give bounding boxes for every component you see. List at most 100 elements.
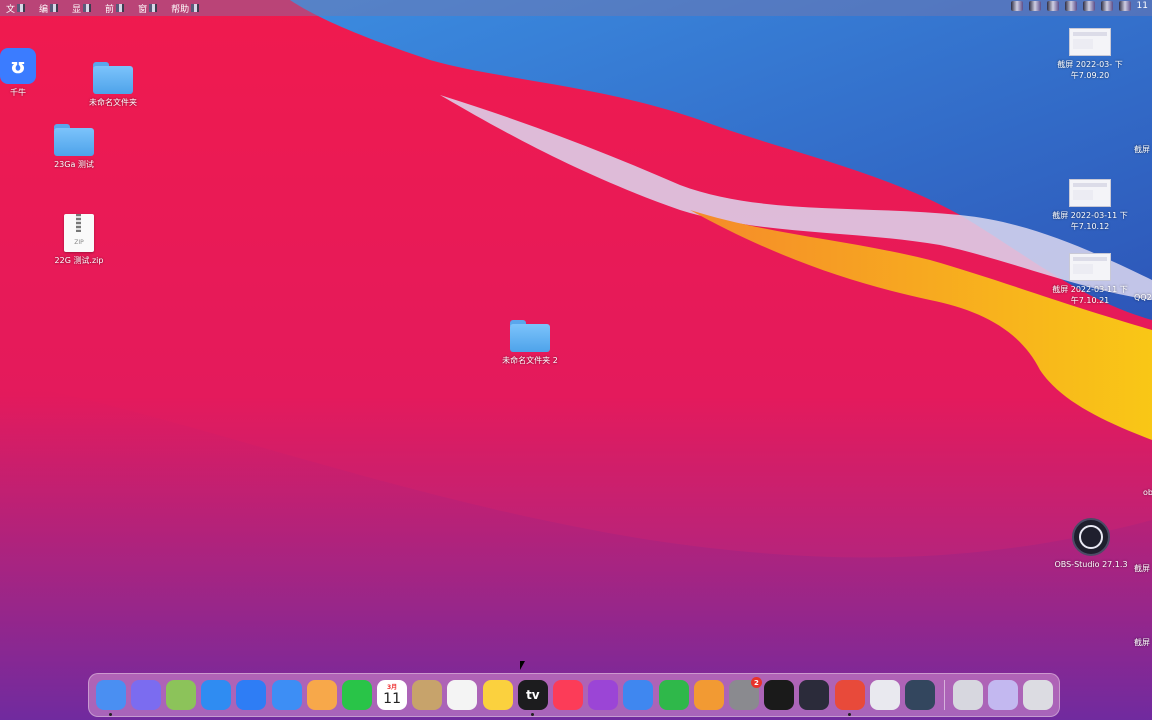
- menu-view[interactable]: 显: [72, 2, 92, 15]
- siri-icon[interactable]: [1118, 1, 1131, 11]
- dock-notes[interactable]: [482, 680, 513, 710]
- glitch-artifact: [17, 4, 26, 12]
- dock-separator: [943, 680, 945, 710]
- desktop-edge-label[interactable]: 截屏: [1134, 637, 1150, 648]
- dock: 3月 11 tv 2: [88, 673, 1060, 717]
- menu-help-label: 帮助: [171, 4, 190, 15]
- menu-clock[interactable]: 11: [1137, 1, 1148, 11]
- running-indicator: [108, 713, 112, 716]
- dock-apps: 3月 11 tv 2: [93, 677, 938, 716]
- dock-quicktime[interactable]: [904, 680, 935, 710]
- menu-view-label: 显: [72, 4, 82, 15]
- volume-icon[interactable]: [1028, 1, 1041, 11]
- menu-help[interactable]: 帮助: [171, 2, 200, 15]
- desktop-icon-label: 未命名文件夹 2: [502, 356, 558, 365]
- desktop-icon-label: 截屏 2022-03-11 下 午7.10.12: [1052, 211, 1128, 231]
- dock-safari[interactable]: [201, 680, 232, 710]
- menu-edit-label: 编: [39, 4, 49, 15]
- desktop-icon-folder-23ga[interactable]: 23Ga 测试: [29, 124, 119, 170]
- desktop-icon-label: OBS-Studio 27.1.3: [1054, 560, 1128, 569]
- wallpaper: [0, 0, 1152, 720]
- screenshot-icon: [1069, 253, 1111, 281]
- menu-file[interactable]: 文: [6, 2, 26, 15]
- desktop-icon-screenshot[interactable]: 截屏 2022-03-11 下 午7.10.12: [1045, 179, 1135, 232]
- menu-extra-icon[interactable]: [1046, 1, 1059, 11]
- battery-icon[interactable]: [1064, 1, 1077, 11]
- dock-contacts[interactable]: [412, 680, 443, 710]
- control-center-icon[interactable]: [1100, 1, 1113, 11]
- dock-keynote[interactable]: [623, 680, 654, 710]
- notification-badge: 2: [750, 677, 762, 688]
- desktop-icon-screenshot[interactable]: 截屏 2022-03- 下 午7.09.20: [1045, 28, 1135, 81]
- screenshot-icon: [1069, 179, 1111, 207]
- dock-pages[interactable]: [693, 680, 724, 710]
- wifi-icon[interactable]: [1082, 1, 1095, 11]
- dock-music[interactable]: [553, 680, 584, 710]
- desktop-icon-label: 未命名文件夹: [89, 98, 137, 107]
- desktop-edge-label[interactable]: 截屏: [1134, 563, 1150, 574]
- dock-numbers[interactable]: [658, 680, 689, 710]
- desktop-edge-label[interactable]: 截屏: [1134, 144, 1150, 155]
- desktop-icon-label: 截屏 2022-03- 下 午7.09.20: [1057, 60, 1123, 80]
- dock-app-dark-round[interactable]: [799, 680, 830, 710]
- desktop: 文 编 显 前 窗 帮助 11 ʊ 千牛 未命名文件夹 23Ga 测试 ZIP …: [0, 0, 1152, 720]
- menu-file-label: 文: [6, 4, 16, 15]
- screenshot-icon: [1069, 28, 1111, 56]
- glitch-artifact: [191, 4, 200, 12]
- menu-window-label: 窗: [138, 4, 148, 15]
- status-bar: 11: [1010, 1, 1148, 11]
- desktop-icon-folder-untitled[interactable]: 未命名文件夹: [68, 62, 158, 108]
- dock-downloads-stack[interactable]: [988, 680, 1019, 710]
- menu-list: 文 编 显 前 窗 帮助: [0, 2, 200, 15]
- dock-finder[interactable]: [95, 680, 126, 716]
- dock-qq[interactable]: [764, 680, 795, 710]
- dock-calendar[interactable]: 3月 11: [377, 680, 408, 710]
- dock-facetime[interactable]: [341, 680, 372, 710]
- folder-icon: [93, 62, 133, 94]
- running-indicator: [530, 713, 534, 716]
- desktop-edge-label[interactable]: ob: [1143, 488, 1152, 497]
- desktop-icon-label: 23Ga 测试: [54, 160, 94, 169]
- apple-tv-icon: tv: [526, 688, 540, 702]
- dock-photos[interactable]: [306, 680, 337, 710]
- glitch-artifact: [116, 4, 125, 12]
- dock-system-preferences[interactable]: 2: [728, 677, 762, 710]
- folder-icon: [54, 124, 94, 156]
- desktop-icon-label: 22G 测试.zip: [54, 256, 104, 265]
- zip-archive-icon: ZIP: [64, 214, 94, 252]
- desktop-icon-label: 截屏 2022-03-11 下 午7.10.21: [1052, 285, 1128, 305]
- menu-extra-icon[interactable]: [1010, 1, 1023, 11]
- dock-trash[interactable]: [1023, 680, 1054, 710]
- desktop-icon-zip[interactable]: ZIP 22G 测试.zip: [34, 214, 124, 266]
- dock-app-store[interactable]: [236, 680, 267, 710]
- dock-reminders[interactable]: [447, 680, 478, 710]
- dock-stacks: [951, 680, 1057, 710]
- menu-window[interactable]: 窗: [138, 2, 158, 15]
- desktop-icon-obs[interactable]: OBS-Studio 27.1.3: [1046, 518, 1136, 570]
- menu-go-label: 前: [105, 4, 115, 15]
- dock-apple-tv[interactable]: tv: [517, 680, 548, 716]
- desktop-icon-label: 千牛: [10, 88, 26, 97]
- menu-go[interactable]: 前: [105, 2, 125, 15]
- glitch-artifact: [50, 4, 59, 12]
- desktop-edge-label[interactable]: QQ2: [1134, 293, 1152, 302]
- desktop-icon-screenshot[interactable]: 截屏 2022-03-11 下 午7.10.21: [1045, 253, 1135, 306]
- menu-edit[interactable]: 编: [39, 2, 59, 15]
- calendar-day: 11: [383, 691, 401, 707]
- desktop-icon-qianniu[interactable]: ʊ 千牛: [0, 48, 63, 98]
- glitch-artifact: [83, 4, 92, 12]
- obs-icon: [1072, 518, 1110, 556]
- dock-app-red[interactable]: [834, 680, 865, 716]
- mouse-cursor: [520, 661, 525, 670]
- dock-podcasts[interactable]: [588, 680, 619, 710]
- dock-preview[interactable]: [869, 680, 900, 710]
- desktop-icon-folder-untitled-2[interactable]: 未命名文件夹 2: [485, 320, 575, 366]
- dock-app-glitched[interactable]: [165, 680, 196, 710]
- dock-launchpad[interactable]: [130, 680, 161, 710]
- dock-screenshot-stack[interactable]: [953, 680, 984, 710]
- menu-bar: 文 编 显 前 窗 帮助 11: [0, 0, 1152, 16]
- glitch-artifact: [149, 4, 158, 12]
- qianniu-icon: ʊ: [0, 48, 36, 84]
- folder-icon: [510, 320, 550, 352]
- dock-mail[interactable]: [271, 680, 302, 710]
